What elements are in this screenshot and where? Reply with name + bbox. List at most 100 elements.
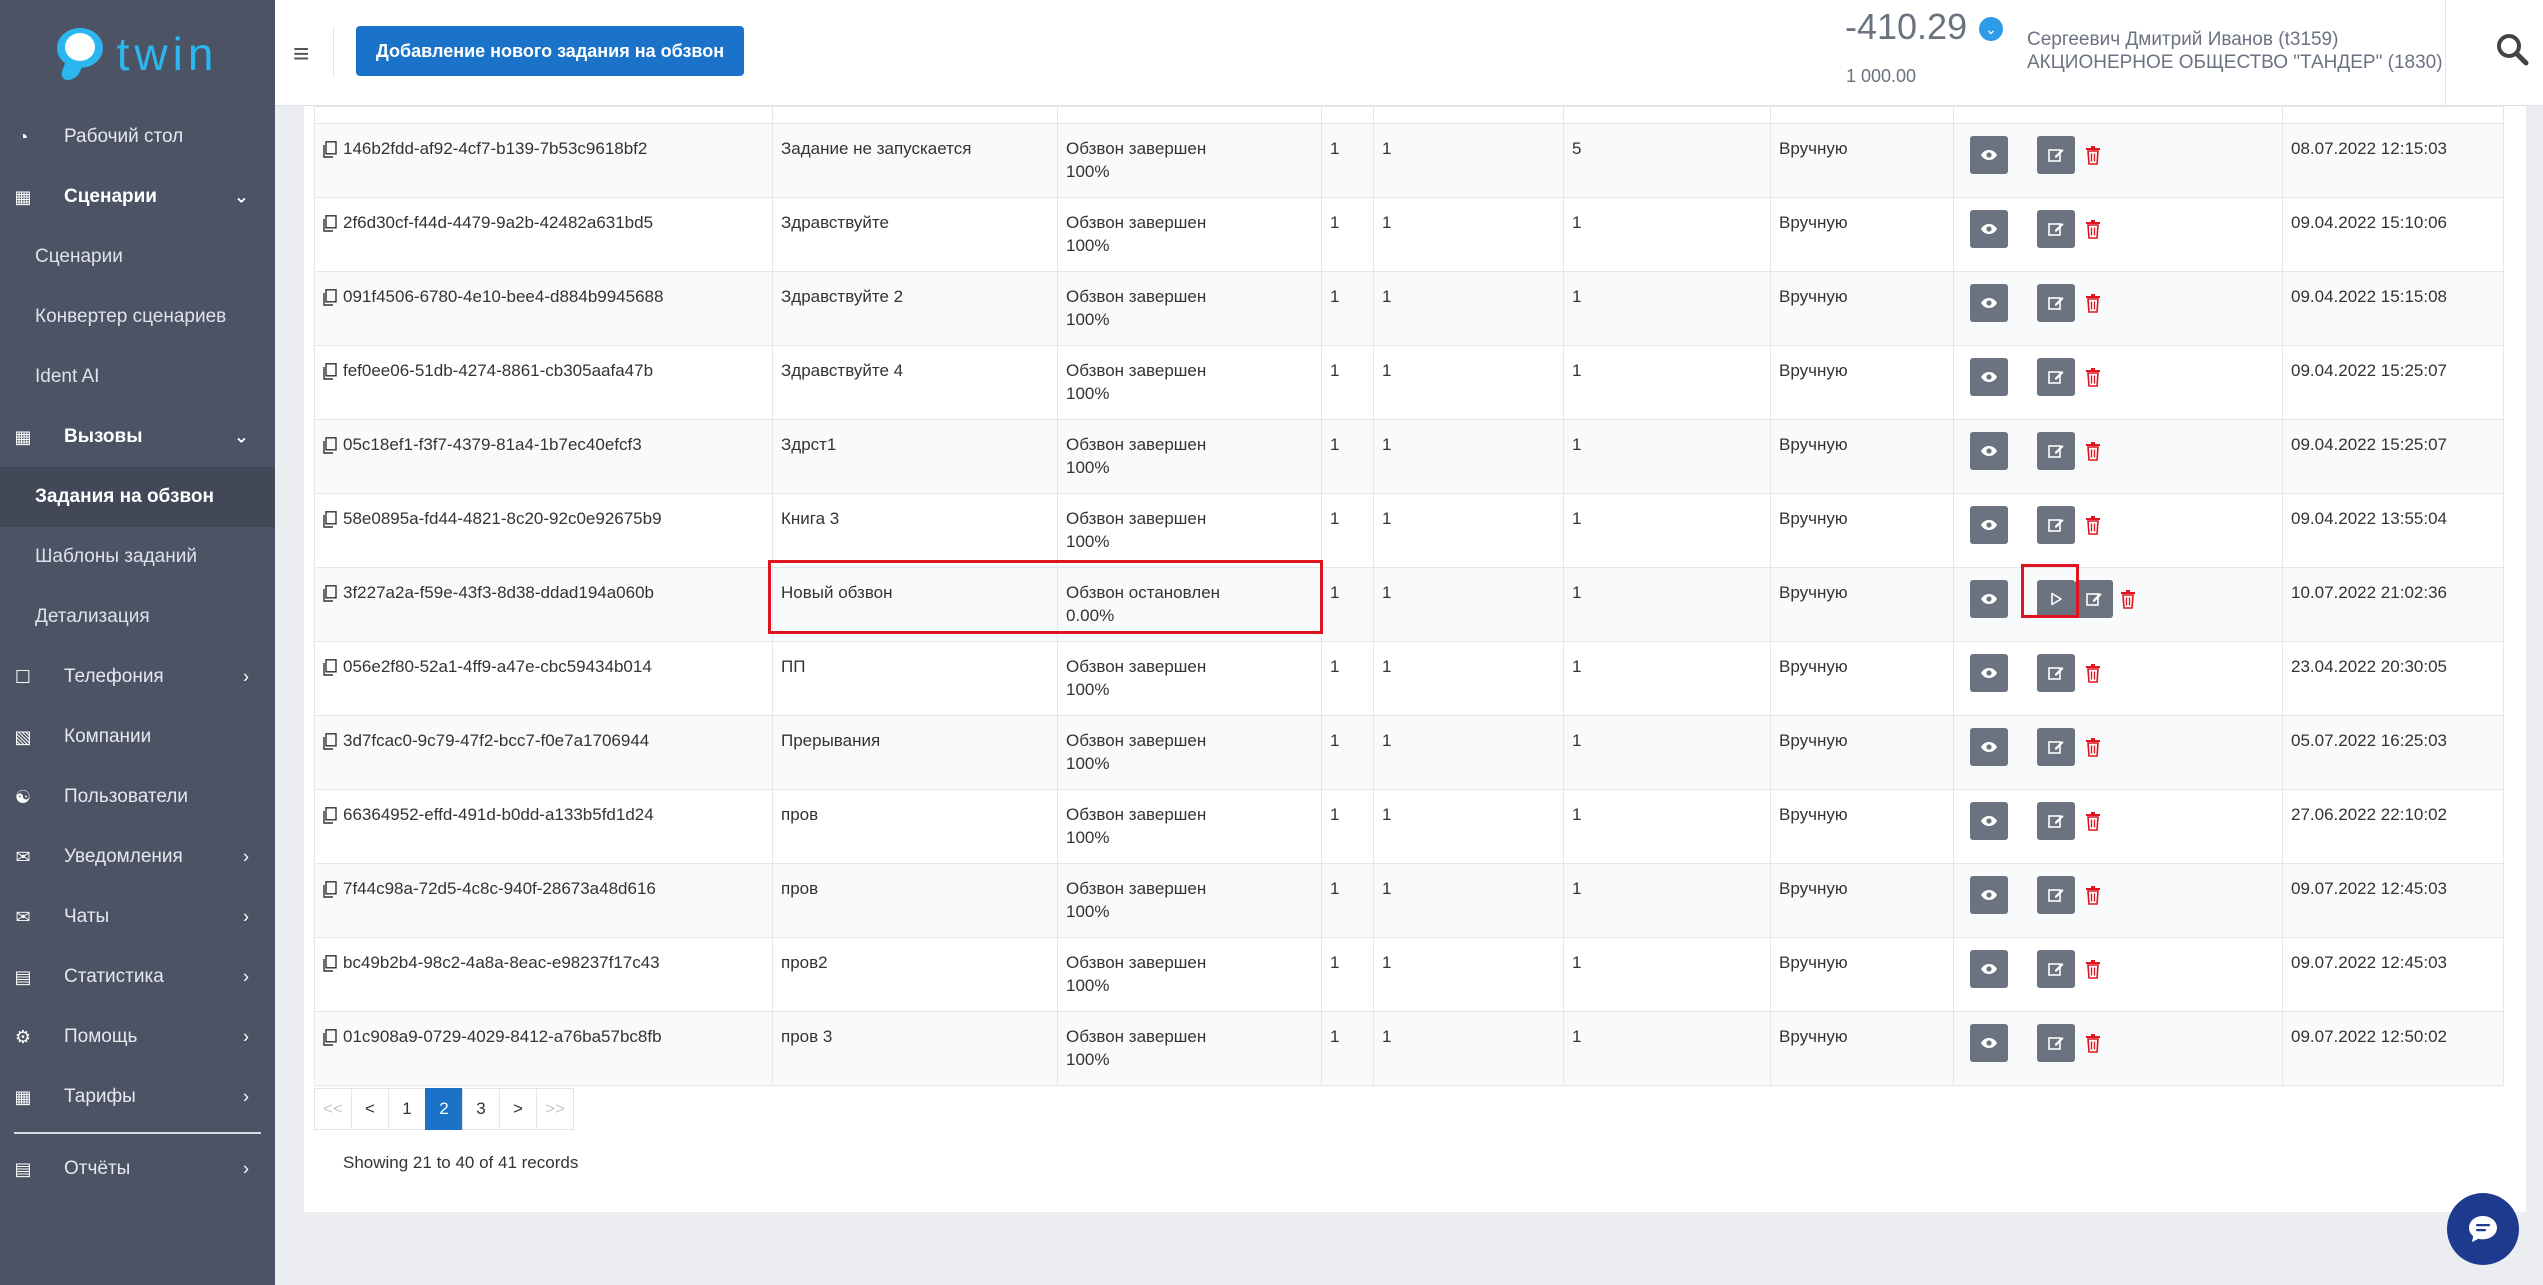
chat-bubble-icon [2469,1216,2497,1242]
sidebar-item-15[interactable]: ⚙ Помощь › [0,1007,275,1067]
view-eye-icon[interactable] [1970,728,2008,766]
launch-mode: Вручную [1779,1027,1848,1046]
page-button[interactable]: 3 [462,1088,500,1130]
top-header: ≡ Добавление нового задания на обзвон -4… [275,0,2543,106]
sidebar-item-10[interactable]: ▧ Компании [0,707,275,767]
sidebar-item-8[interactable]: Детализация [0,587,275,647]
hamburger-menu-icon[interactable]: ≡ [293,38,309,70]
sidebar-item-16[interactable]: ▦ Тарифы › [0,1067,275,1127]
delete-trash-icon[interactable] [2085,885,2101,905]
delete-trash-icon[interactable] [2085,441,2101,461]
page-button: >> [536,1088,574,1130]
view-eye-icon[interactable] [1970,580,2008,618]
search-icon[interactable] [2493,30,2533,70]
copy-document-icon[interactable] [323,141,337,158]
user-info[interactable]: Сергеевич Дмитрий Иванов (t3159) АКЦИОНЕ… [2027,28,2443,74]
view-eye-icon[interactable] [1970,1024,2008,1062]
copy-document-icon[interactable] [323,585,337,602]
count-cell: 1 [1382,361,1392,380]
view-eye-icon[interactable] [1970,432,2008,470]
row-actions [1954,790,2282,863]
view-eye-icon[interactable] [1970,876,2008,914]
task-name: пров 3 [781,1027,833,1046]
view-eye-icon[interactable] [1970,358,2008,396]
task-progress: 100% [1066,1050,1110,1069]
logo[interactable]: twin [0,0,275,107]
page-button[interactable]: < [351,1088,389,1130]
delete-trash-icon[interactable] [2085,367,2101,387]
sidebar-item-4[interactable]: Ident AI [0,347,275,407]
view-eye-icon[interactable] [1970,284,2008,322]
edit-icon[interactable] [2037,136,2075,174]
sidebar-item-7[interactable]: Шаблоны заданий [0,527,275,587]
delete-trash-icon[interactable] [2085,145,2101,165]
copy-document-icon[interactable] [323,1029,337,1046]
sidebar-item-13[interactable]: ✉ Чаты › [0,887,275,947]
edit-icon[interactable] [2037,432,2075,470]
edit-icon[interactable] [2037,802,2075,840]
edit-icon[interactable] [2037,210,2075,248]
view-eye-icon[interactable] [1970,136,2008,174]
sidebar-item-1[interactable]: ▦ Сценарии ⌄ [0,167,275,227]
copy-document-icon[interactable] [323,807,337,824]
page-button[interactable]: 1 [388,1088,426,1130]
view-eye-icon[interactable] [1970,210,2008,248]
copy-document-icon[interactable] [323,511,337,528]
sidebar-item-5[interactable]: ▦ Вызовы ⌄ [0,407,275,467]
copy-document-icon[interactable] [323,881,337,898]
call-tasks-table: 146b2fdd-af92-4cf7-b139-7b53c9618bf2 Зада… [314,106,2504,1086]
edit-icon[interactable] [2037,876,2075,914]
sidebar-item-6[interactable]: Задания на обзвон [0,467,275,527]
sidebar-item-17[interactable]: ▤ Отчёты › [0,1139,275,1199]
delete-trash-icon[interactable] [2085,219,2101,239]
chevron-down-icon[interactable]: ⌄ [1979,17,2003,41]
sidebar-item-11[interactable]: ☯ Пользователи [0,767,275,827]
delete-trash-icon[interactable] [2085,515,2101,535]
edit-icon[interactable] [2037,506,2075,544]
sidebar-item-2[interactable]: Сценарии [0,227,275,287]
edit-icon[interactable] [2037,1024,2075,1062]
copy-document-icon[interactable] [323,215,337,232]
view-eye-icon[interactable] [1970,802,2008,840]
copy-document-icon[interactable] [323,363,337,380]
copy-document-icon[interactable] [323,437,337,454]
copy-document-icon[interactable] [323,659,337,676]
edit-icon[interactable] [2037,950,2075,988]
play-button[interactable] [2037,580,2075,618]
delete-trash-icon[interactable] [2085,293,2101,313]
task-name: Задание не запускается [781,139,972,158]
sidebar-item-12[interactable]: ✉ Уведомления › [0,827,275,887]
page-button[interactable]: 2 [425,1088,463,1130]
edit-icon[interactable] [2037,654,2075,692]
copy-document-icon[interactable] [323,289,337,306]
delete-trash-icon[interactable] [2085,811,2101,831]
sidebar-item-0[interactable]: ◔ Рабочий стол [0,107,275,167]
delete-trash-icon[interactable] [2120,589,2136,609]
sidebar-item-3[interactable]: Конвертер сценариев [0,287,275,347]
sidebar-divider [14,1132,261,1134]
add-call-task-button[interactable]: Добавление нового задания на обзвон [356,26,745,76]
delete-trash-icon[interactable] [2085,663,2101,683]
task-name: Здравствуйте [781,213,889,232]
sidebar-item-14[interactable]: ▤ Статистика › [0,947,275,1007]
view-eye-icon[interactable] [1970,950,2008,988]
view-eye-icon[interactable] [1970,654,2008,692]
edit-icon[interactable] [2037,284,2075,322]
edit-icon[interactable] [2037,358,2075,396]
edit-icon[interactable] [2075,580,2113,618]
view-eye-icon[interactable] [1970,506,2008,544]
copy-document-icon[interactable] [323,733,337,750]
copy-document-icon[interactable] [323,955,337,972]
delete-trash-icon[interactable] [2085,737,2101,757]
chevron-right-icon: › [243,666,249,687]
delete-trash-icon[interactable] [2085,959,2101,979]
sidebar-item-9[interactable]: ☐ Телефония › [0,647,275,707]
task-id: 01c908a9-0729-4029-8412-a76ba57bc8fb [343,1027,662,1046]
chat-widget-button[interactable] [2447,1193,2519,1265]
count-cell: 1 [1572,213,1582,232]
row-actions [1954,938,2282,1011]
edit-icon[interactable] [2037,728,2075,766]
count-cell: 1 [1382,1027,1392,1046]
delete-trash-icon[interactable] [2085,1033,2101,1053]
page-button[interactable]: > [499,1088,537,1130]
